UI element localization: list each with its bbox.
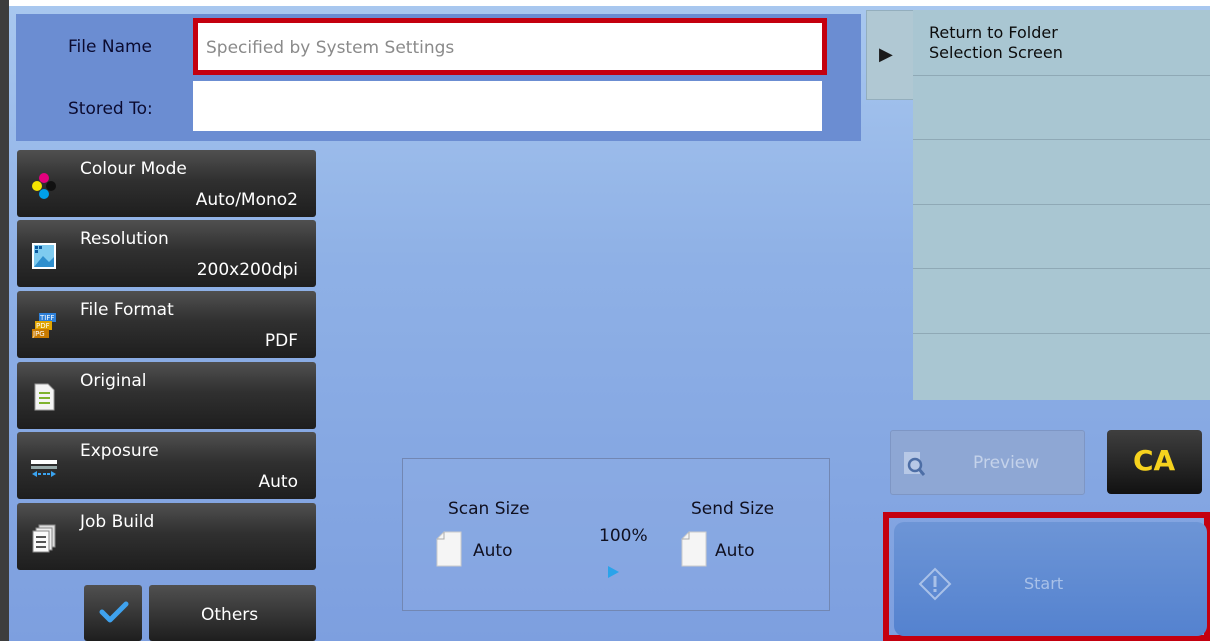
file-format-button[interactable]: TIFF PDF JPG File Format PDF [17,291,316,358]
list-item-label: Return to Folder Selection Screen [929,23,1063,62]
clear-all-button[interactable]: CA [1107,430,1202,494]
scan-document-icon [436,531,462,567]
resolution-icon [32,243,56,269]
left-border [0,0,9,641]
colour-mode-value: Auto/Mono2 [195,190,298,210]
job-build-button[interactable]: Job Build [17,503,316,570]
stored-to-field[interactable] [193,81,822,131]
send-size-label: Send Size [691,499,775,519]
send-document-icon [681,531,707,567]
job-build-icon [32,524,56,553]
start-icon [918,567,952,601]
resolution-value: 200x200dpi [196,260,298,280]
shortcut-list: Return to Folder Selection Screen [913,10,1210,400]
scale-ratio: 100% [599,526,648,546]
original-button[interactable]: Original [17,362,316,429]
exposure-icon [31,460,57,477]
checkmark-icon [99,601,129,623]
others-button[interactable]: Others [149,585,316,641]
exposure-button[interactable]: Exposure Auto [17,432,316,499]
ca-label: CA [1133,444,1176,477]
resolution-title: Resolution [80,229,169,249]
file-name-placeholder: Specified by System Settings [206,38,455,58]
file-name-label: File Name [68,37,153,57]
file-format-icon: TIFF PDF JPG [32,313,56,338]
check-button[interactable] [84,585,142,641]
list-item[interactable] [913,76,1210,140]
svg-text:JPG: JPG [32,330,45,338]
original-icon [34,383,55,411]
file-format-title: File Format [80,300,174,320]
svg-text:TIFF: TIFF [39,314,54,322]
svg-text:PDF: PDF [36,322,50,330]
colour-mode-button[interactable]: Colour Mode Auto/Mono2 [17,150,316,217]
resolution-button[interactable]: Resolution 200x200dpi [17,220,316,287]
job-build-title: Job Build [80,512,155,532]
play-arrow-icon [608,566,619,578]
list-item[interactable] [913,334,1210,400]
scan-size-value: Auto [473,541,513,561]
exposure-value: Auto [258,472,298,492]
start-button[interactable]: Start [894,522,1207,636]
stored-to-label: Stored To: [68,99,153,119]
expand-arrow-icon: ▶ [879,44,893,65]
file-format-value: PDF [264,331,298,351]
preview-icon [904,452,925,476]
others-label: Others [201,605,259,625]
send-size-value: Auto [715,541,755,561]
scan-size-label: Scan Size [448,499,530,519]
colour-mode-title: Colour Mode [80,159,187,179]
panel-expand-tab[interactable]: ▶ [866,10,914,100]
preview-label: Preview [973,453,1040,473]
list-item[interactable] [913,269,1210,334]
list-item-return-to-folder[interactable]: Return to Folder Selection Screen [913,10,1210,76]
file-name-input[interactable]: Specified by System Settings [193,18,827,75]
list-item[interactable] [913,205,1210,269]
list-item[interactable] [913,140,1210,205]
start-label: Start [1024,574,1064,593]
preview-button[interactable]: Preview [890,430,1085,495]
colour-mode-icon [32,173,56,199]
scan-size-panel: Scan Size Auto 100% Send Size Auto [402,458,830,611]
exposure-title: Exposure [80,441,159,461]
top-strip [0,0,1210,6]
file-info-panel: File Name Specified by System Settings S… [16,14,861,141]
original-title: Original [80,371,147,391]
